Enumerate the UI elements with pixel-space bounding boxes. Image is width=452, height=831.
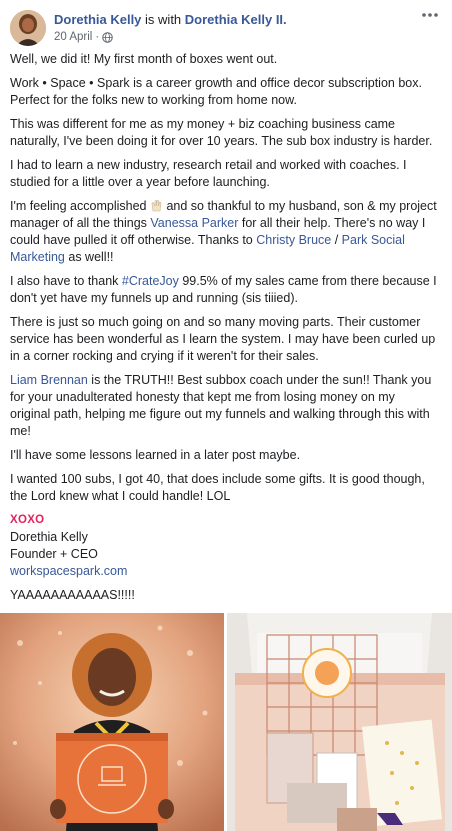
post-paragraph: There is just so much going on and so ma… [10,315,436,363]
signature-name: Dorethia Kelly [10,530,88,544]
hashtag-link[interactable]: #CrateJoy [122,274,179,288]
globe-icon[interactable] [102,32,113,43]
post-paragraph: I also have to thank #CrateJoy 99.5% of … [10,273,438,307]
signature: XOXO Dorethia Kelly Founder + CEO worksp… [10,512,438,580]
post-paragraph: Work • Space • Spark is a career growth … [10,76,422,107]
tagged-name-link[interactable]: Dorethia Kelly II. [185,12,287,27]
signature-xoxo: XOXO [10,514,45,526]
post-paragraph: I had to learn a new industry, research … [10,158,407,189]
post-date[interactable]: 20 April [54,30,92,45]
text-span: / [331,233,342,247]
photo-box-contents[interactable] [227,613,452,831]
post-header: Dorethia Kelly is with Dorethia Kelly II… [10,8,442,48]
post-paragraph: Well, we did it! My first month of boxes… [10,52,278,66]
meta-separator: · [95,31,100,43]
avatar[interactable] [10,10,46,46]
mention-link-liam[interactable]: Liam Brennan [10,373,88,387]
post-paragraph: I'm feeling accomplished and so thankful… [10,198,438,266]
post-paragraph: YAAAAAAAAAAAS!!!!! [10,588,135,602]
post-paragraph: I'll have some lessons learned in a late… [10,448,301,462]
post-paragraph: I wanted 100 subs, I got 40, that does i… [10,472,425,503]
text-span: as well!! [64,250,114,264]
text-span: I also have to thank [10,274,122,288]
mention-link-christy[interactable]: Christy Bruce [256,233,331,247]
post-paragraph: This was different for me as my money + … [10,117,433,148]
text-span: I'm feeling accomplished [10,199,150,213]
post-paragraph: Liam Brennan is the TRUTH!! Best subbox … [10,372,438,440]
author-line: Dorethia Kelly is with Dorethia Kelly II… [54,12,287,28]
author-name-link[interactable]: Dorethia Kelly [54,12,141,27]
with-text: is with [145,12,182,27]
website-link[interactable]: workspacespark.com [10,563,438,580]
post-meta: 20 April · [54,30,113,45]
mention-link-vanessa[interactable]: Vanessa Parker [150,216,238,230]
signature-title: Founder + CEO [10,547,98,561]
raising-hands-emoji [150,199,163,212]
photo-woman-with-box[interactable] [0,613,224,831]
more-options-icon[interactable] [420,8,440,22]
post-text: Well, we did it! My first month of boxes… [10,51,438,611]
